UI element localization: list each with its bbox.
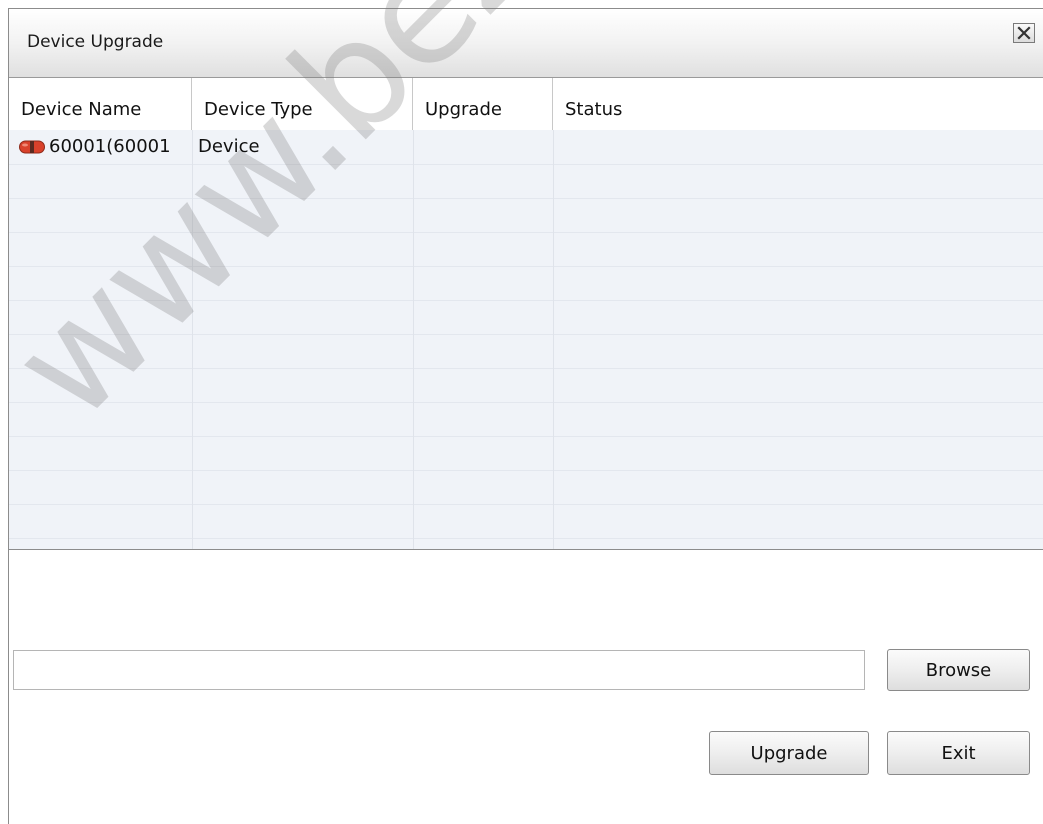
column-header-device-type[interactable]: Device Type <box>192 78 413 130</box>
grid-line <box>9 334 1043 335</box>
close-icon <box>1017 26 1031 40</box>
grid-line <box>9 538 1043 539</box>
device-upgrade-dialog: Device Upgrade Device Name Device Type U… <box>8 8 1043 824</box>
table-row[interactable]: 60001(60001 Device <box>9 130 1043 164</box>
upgrade-cell <box>425 130 549 164</box>
device-name-cell: 60001(60001 <box>49 136 171 157</box>
column-header-upgrade[interactable]: Upgrade <box>413 78 553 130</box>
grid-line <box>9 164 1043 165</box>
firmware-path-input[interactable] <box>13 650 865 690</box>
grid-line <box>413 130 414 549</box>
grid-line <box>192 130 193 549</box>
grid-line <box>9 368 1043 369</box>
device-table: Device Name Device Type Upgrade Status 6… <box>9 78 1043 550</box>
table-body: 60001(60001 Device <box>9 130 1043 549</box>
grid-line <box>553 130 554 549</box>
table-header: Device Name Device Type Upgrade Status <box>9 78 1043 130</box>
column-header-status[interactable]: Status <box>553 78 1043 130</box>
browse-button[interactable]: Browse <box>887 649 1030 691</box>
device-type-cell: Device <box>198 136 260 157</box>
exit-button[interactable]: Exit <box>887 731 1030 775</box>
device-icon <box>19 140 45 154</box>
grid-line <box>9 300 1043 301</box>
upgrade-button[interactable]: Upgrade <box>709 731 869 775</box>
title-bar[interactable]: Device Upgrade <box>9 9 1043 78</box>
dialog-title: Device Upgrade <box>27 32 164 52</box>
status-cell <box>565 130 1035 164</box>
grid-line <box>9 232 1043 233</box>
grid-line <box>9 402 1043 403</box>
grid-line <box>9 504 1043 505</box>
grid-line <box>9 198 1043 199</box>
close-button[interactable] <box>1013 23 1035 43</box>
grid-line <box>9 436 1043 437</box>
column-header-device-name[interactable]: Device Name <box>9 78 192 130</box>
grid-line <box>9 266 1043 267</box>
grid-line <box>9 470 1043 471</box>
